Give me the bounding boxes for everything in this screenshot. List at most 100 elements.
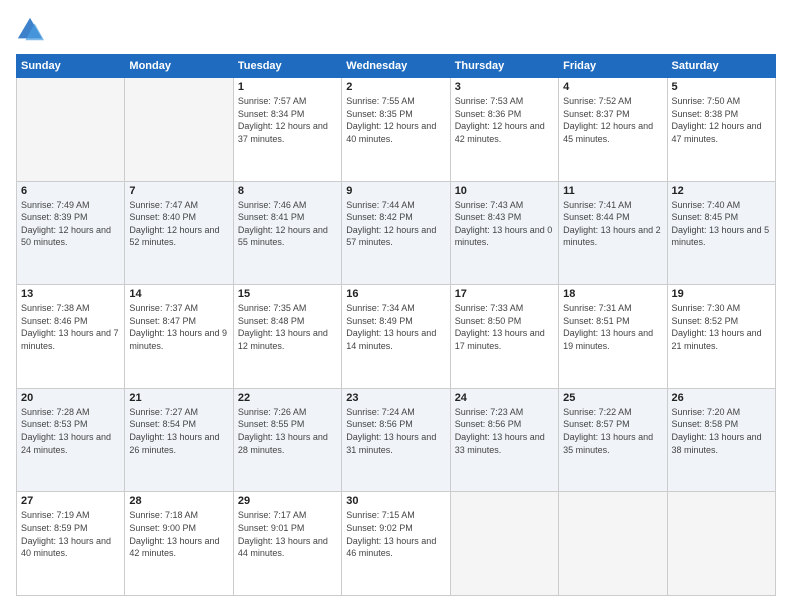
calendar-cell: 29Sunrise: 7:17 AM Sunset: 9:01 PM Dayli…: [233, 492, 341, 596]
calendar-cell: 17 Sunrise: 7:33 AM Sunset: 8:50 PM Dayli…: [450, 285, 558, 389]
calendar-cell: 9 Sunrise: 7:44 AM Sunset: 8:42 PM Daylig…: [342, 181, 450, 285]
day-info: Sunrise: 7:30 AM Sunset: 8:52 PM Dayligh…: [672, 302, 771, 352]
calendar-cell: 2 Sunrise: 7:55 AM Sunset: 8:35 PM Daylig…: [342, 78, 450, 182]
day-info: Sunrise: 7:17 AM Sunset: 9:01 PM Dayligh…: [238, 509, 337, 559]
calendar-cell: 26Sunrise: 7:20 AM Sunset: 8:58 PM Dayli…: [667, 388, 775, 492]
day-header-thursday: Thursday: [450, 55, 558, 78]
calendar-cell: 6 Sunrise: 7:49 AM Sunset: 8:39 PM Daylig…: [17, 181, 125, 285]
day-info: Sunrise: 7:50 AM Sunset: 8:38 PM Dayligh…: [672, 95, 771, 145]
day-header-saturday: Saturday: [667, 55, 775, 78]
day-info: Sunrise: 7:57 AM Sunset: 8:34 PM Dayligh…: [238, 95, 337, 145]
calendar-cell: [125, 78, 233, 182]
day-number: 23: [346, 392, 445, 404]
day-info: Sunrise: 7:31 AM Sunset: 8:51 PM Dayligh…: [563, 302, 662, 352]
day-number: 27: [21, 495, 120, 507]
day-info: Sunrise: 7:35 AM Sunset: 8:48 PM Dayligh…: [238, 302, 337, 352]
day-info: Sunrise: 7:18 AM Sunset: 9:00 PM Dayligh…: [129, 509, 228, 559]
week-row-4: 20Sunrise: 7:28 AM Sunset: 8:53 PM Dayli…: [17, 388, 776, 492]
calendar-cell: 28 Sunrise: 7:18 AM Sunset: 9:00 PM Dayli…: [125, 492, 233, 596]
day-number: 4: [563, 81, 662, 93]
day-number: 21: [129, 392, 228, 404]
day-info: Sunrise: 7:28 AM Sunset: 8:53 PM Dayligh…: [21, 406, 120, 456]
logo: [16, 16, 48, 44]
calendar-cell: 20Sunrise: 7:28 AM Sunset: 8:53 PM Dayli…: [17, 388, 125, 492]
day-info: Sunrise: 7:40 AM Sunset: 8:45 PM Dayligh…: [672, 199, 771, 249]
day-header-sunday: Sunday: [17, 55, 125, 78]
calendar-cell: 5 Sunrise: 7:50 AM Sunset: 8:38 PM Daylig…: [667, 78, 775, 182]
calendar-header-row: SundayMondayTuesdayWednesdayThursdayFrid…: [17, 55, 776, 78]
day-info: Sunrise: 7:33 AM Sunset: 8:50 PM Dayligh…: [455, 302, 554, 352]
day-number: 3: [455, 81, 554, 93]
day-header-tuesday: Tuesday: [233, 55, 341, 78]
day-info: Sunrise: 7:34 AM Sunset: 8:49 PM Dayligh…: [346, 302, 445, 352]
calendar-cell: 1Sunrise: 7:57 AM Sunset: 8:34 PM Daylig…: [233, 78, 341, 182]
day-info: Sunrise: 7:22 AM Sunset: 8:57 PM Dayligh…: [563, 406, 662, 456]
calendar-cell: 21 Sunrise: 7:27 AM Sunset: 8:54 PM Dayli…: [125, 388, 233, 492]
day-number: 2: [346, 81, 445, 93]
day-info: Sunrise: 7:41 AM Sunset: 8:44 PM Dayligh…: [563, 199, 662, 249]
day-info: Sunrise: 7:46 AM Sunset: 8:41 PM Dayligh…: [238, 199, 337, 249]
calendar-cell: 18 Sunrise: 7:31 AM Sunset: 8:51 PM Dayli…: [559, 285, 667, 389]
day-number: 7: [129, 185, 228, 197]
calendar-cell: 7 Sunrise: 7:47 AM Sunset: 8:40 PM Daylig…: [125, 181, 233, 285]
day-number: 6: [21, 185, 120, 197]
day-info: Sunrise: 7:47 AM Sunset: 8:40 PM Dayligh…: [129, 199, 228, 249]
calendar-cell: 10 Sunrise: 7:43 AM Sunset: 8:43 PM Dayli…: [450, 181, 558, 285]
day-number: 30: [346, 495, 445, 507]
week-row-3: 13 Sunrise: 7:38 AM Sunset: 8:46 PM Dayli…: [17, 285, 776, 389]
day-number: 22: [238, 392, 337, 404]
calendar-cell: 15 Sunrise: 7:35 AM Sunset: 8:48 PM Dayli…: [233, 285, 341, 389]
day-number: 16: [346, 288, 445, 300]
calendar-cell: 12 Sunrise: 7:40 AM Sunset: 8:45 PM Dayli…: [667, 181, 775, 285]
logo-icon: [16, 16, 44, 44]
week-row-2: 6 Sunrise: 7:49 AM Sunset: 8:39 PM Daylig…: [17, 181, 776, 285]
calendar-cell: [559, 492, 667, 596]
day-info: Sunrise: 7:55 AM Sunset: 8:35 PM Dayligh…: [346, 95, 445, 145]
day-info: Sunrise: 7:38 AM Sunset: 8:46 PM Dayligh…: [21, 302, 120, 352]
day-number: 12: [672, 185, 771, 197]
day-info: Sunrise: 7:19 AM Sunset: 8:59 PM Dayligh…: [21, 509, 120, 559]
day-number: 9: [346, 185, 445, 197]
calendar-cell: 11 Sunrise: 7:41 AM Sunset: 8:44 PM Dayli…: [559, 181, 667, 285]
calendar-cell: [17, 78, 125, 182]
day-number: 11: [563, 185, 662, 197]
day-info: Sunrise: 7:27 AM Sunset: 8:54 PM Dayligh…: [129, 406, 228, 456]
week-row-1: 1Sunrise: 7:57 AM Sunset: 8:34 PM Daylig…: [17, 78, 776, 182]
day-info: Sunrise: 7:52 AM Sunset: 8:37 PM Dayligh…: [563, 95, 662, 145]
calendar-cell: 4 Sunrise: 7:52 AM Sunset: 8:37 PM Daylig…: [559, 78, 667, 182]
calendar-cell: 30 Sunrise: 7:15 AM Sunset: 9:02 PM Dayli…: [342, 492, 450, 596]
day-number: 26: [672, 392, 771, 404]
page: SundayMondayTuesdayWednesdayThursdayFrid…: [0, 0, 792, 612]
day-info: Sunrise: 7:26 AM Sunset: 8:55 PM Dayligh…: [238, 406, 337, 456]
day-number: 17: [455, 288, 554, 300]
day-info: Sunrise: 7:44 AM Sunset: 8:42 PM Dayligh…: [346, 199, 445, 249]
calendar-cell: 24Sunrise: 7:23 AM Sunset: 8:56 PM Dayli…: [450, 388, 558, 492]
day-number: 10: [455, 185, 554, 197]
day-number: 19: [672, 288, 771, 300]
day-number: 28: [129, 495, 228, 507]
day-info: Sunrise: 7:24 AM Sunset: 8:56 PM Dayligh…: [346, 406, 445, 456]
day-number: 5: [672, 81, 771, 93]
calendar-cell: 27 Sunrise: 7:19 AM Sunset: 8:59 PM Dayli…: [17, 492, 125, 596]
calendar-cell: 3 Sunrise: 7:53 AM Sunset: 8:36 PM Daylig…: [450, 78, 558, 182]
week-row-5: 27 Sunrise: 7:19 AM Sunset: 8:59 PM Dayli…: [17, 492, 776, 596]
day-number: 8: [238, 185, 337, 197]
day-info: Sunrise: 7:49 AM Sunset: 8:39 PM Dayligh…: [21, 199, 120, 249]
calendar-cell: 19 Sunrise: 7:30 AM Sunset: 8:52 PM Dayli…: [667, 285, 775, 389]
day-info: Sunrise: 7:43 AM Sunset: 8:43 PM Dayligh…: [455, 199, 554, 249]
day-info: Sunrise: 7:37 AM Sunset: 8:47 PM Dayligh…: [129, 302, 228, 352]
day-header-wednesday: Wednesday: [342, 55, 450, 78]
day-number: 15: [238, 288, 337, 300]
day-number: 24: [455, 392, 554, 404]
day-info: Sunrise: 7:53 AM Sunset: 8:36 PM Dayligh…: [455, 95, 554, 145]
calendar-cell: [667, 492, 775, 596]
calendar-cell: 13 Sunrise: 7:38 AM Sunset: 8:46 PM Dayli…: [17, 285, 125, 389]
day-header-monday: Monday: [125, 55, 233, 78]
day-header-friday: Friday: [559, 55, 667, 78]
calendar-cell: 23 Sunrise: 7:24 AM Sunset: 8:56 PM Dayli…: [342, 388, 450, 492]
day-number: 13: [21, 288, 120, 300]
day-number: 18: [563, 288, 662, 300]
day-info: Sunrise: 7:15 AM Sunset: 9:02 PM Dayligh…: [346, 509, 445, 559]
calendar-cell: 8 Sunrise: 7:46 AM Sunset: 8:41 PM Daylig…: [233, 181, 341, 285]
calendar-cell: 14Sunrise: 7:37 AM Sunset: 8:47 PM Dayli…: [125, 285, 233, 389]
